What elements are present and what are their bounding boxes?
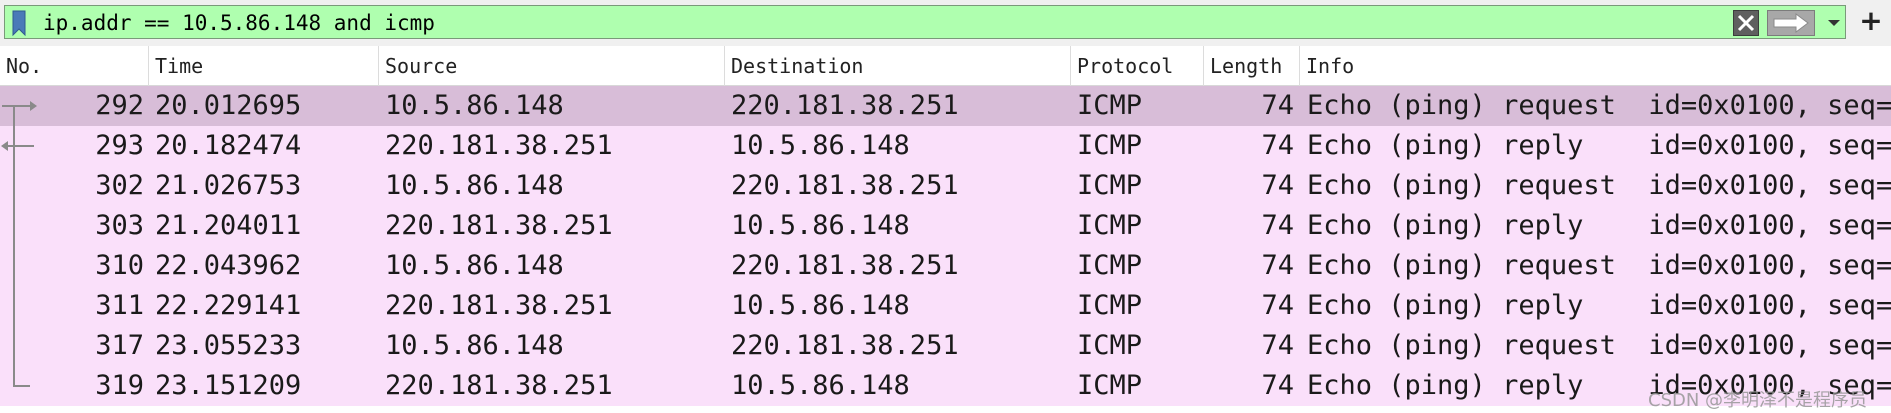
packet-length: 74 <box>1261 130 1294 161</box>
packet-destination: 10.5.86.148 <box>731 370 910 401</box>
packet-source: 220.181.38.251 <box>385 370 613 401</box>
packet-list-header: No. Time Source Destination Protocol Len… <box>0 46 1891 86</box>
filter-expression[interactable]: ip.addr == 10.5.86.148 and icmp <box>43 10 435 36</box>
clear-filter-button[interactable] <box>1733 10 1759 36</box>
packet-source: 220.181.38.251 <box>385 290 613 321</box>
packet-source: 220.181.38.251 <box>385 130 613 161</box>
packet-time: 21.026753 <box>155 170 302 201</box>
packet-protocol: ICMP <box>1077 130 1143 161</box>
packet-source: 10.5.86.148 <box>385 250 564 281</box>
packet-no: 293 <box>95 130 144 161</box>
packet-destination: 10.5.86.148 <box>731 210 910 241</box>
packet-protocol: ICMP <box>1077 290 1143 321</box>
packet-time: 22.229141 <box>155 290 302 321</box>
conversation-line-icon <box>13 206 15 246</box>
packet-destination: 220.181.38.251 <box>731 90 959 121</box>
bookmark-icon[interactable] <box>11 10 27 36</box>
display-filter-input[interactable]: ip.addr == 10.5.86.148 and icmp <box>4 5 1846 39</box>
packet-row[interactable]: 302 21.026753 10.5.86.148 220.181.38.251… <box>0 166 1891 206</box>
packet-source: 10.5.86.148 <box>385 330 564 361</box>
packet-length: 74 <box>1261 370 1294 401</box>
packet-protocol: ICMP <box>1077 90 1143 121</box>
packet-no: 303 <box>95 210 144 241</box>
packet-destination: 220.181.38.251 <box>731 330 959 361</box>
column-header-length[interactable]: Length <box>1204 46 1300 86</box>
packet-no: 319 <box>95 370 144 401</box>
packet-time: 23.055233 <box>155 330 302 361</box>
packet-info: Echo (ping) reply id=0x0100, seq= <box>1307 210 1891 241</box>
packet-source: 220.181.38.251 <box>385 210 613 241</box>
packet-protocol: ICMP <box>1077 170 1143 201</box>
column-header-source[interactable]: Source <box>379 46 725 86</box>
packet-time: 21.204011 <box>155 210 302 241</box>
packet-protocol: ICMP <box>1077 210 1143 241</box>
packet-source: 10.5.86.148 <box>385 90 564 121</box>
packet-info: Echo (ping) request id=0x0100, seq= <box>1307 330 1891 361</box>
packet-length: 74 <box>1261 250 1294 281</box>
packet-row[interactable]: 311 22.229141 220.181.38.251 10.5.86.148… <box>0 286 1891 326</box>
arrow-right-icon <box>1773 13 1809 33</box>
apply-filter-button[interactable] <box>1767 10 1815 36</box>
column-header-destination[interactable]: Destination <box>725 46 1071 86</box>
packet-row[interactable]: 293 20.182474 220.181.38.251 10.5.86.148… <box>0 126 1891 166</box>
watermark: CSDN @李明泽不是程序员 <box>1648 390 1868 411</box>
packet-protocol: ICMP <box>1077 370 1143 401</box>
column-header-protocol[interactable]: Protocol <box>1071 46 1204 86</box>
packet-no: 311 <box>95 290 144 321</box>
packet-length: 74 <box>1261 290 1294 321</box>
packet-row[interactable]: 317 23.055233 10.5.86.148 220.181.38.251… <box>0 326 1891 366</box>
conversation-line-icon <box>13 326 15 366</box>
packet-time: 22.043962 <box>155 250 302 281</box>
packet-protocol: ICMP <box>1077 330 1143 361</box>
packet-destination: 10.5.86.148 <box>731 130 910 161</box>
column-header-time[interactable]: Time <box>149 46 379 86</box>
packet-time: 23.151209 <box>155 370 302 401</box>
packet-info: Echo (ping) request id=0x0100, seq= <box>1307 250 1891 281</box>
packet-row[interactable]: 303 21.204011 220.181.38.251 10.5.86.148… <box>0 206 1891 246</box>
packet-length: 74 <box>1261 90 1294 121</box>
packet-destination: 220.181.38.251 <box>731 250 959 281</box>
packet-no: 317 <box>95 330 144 361</box>
packet-time: 20.012695 <box>155 90 302 121</box>
display-filter-toolbar: ip.addr == 10.5.86.148 and icmp + <box>0 0 1891 46</box>
packet-list: 292 20.012695 10.5.86.148 220.181.38.251… <box>0 86 1891 413</box>
column-header-no[interactable]: No. <box>0 46 149 86</box>
packet-destination: 10.5.86.148 <box>731 290 910 321</box>
packet-source: 10.5.86.148 <box>385 170 564 201</box>
packet-row[interactable]: 310 22.043962 10.5.86.148 220.181.38.251… <box>0 246 1891 286</box>
conversation-line-icon <box>13 246 15 286</box>
request-arrow-icon <box>2 101 37 126</box>
packet-row[interactable]: 319 23.151209 220.181.38.251 10.5.86.148… <box>0 366 1891 406</box>
packet-no: 310 <box>95 250 144 281</box>
clear-icon <box>1737 14 1755 32</box>
chevron-down-icon[interactable] <box>1823 10 1845 36</box>
add-filter-button[interactable]: + <box>1856 6 1886 36</box>
packet-info: Echo (ping) reply id=0x0100, seq= <box>1307 130 1891 161</box>
packet-length: 74 <box>1261 210 1294 241</box>
packet-row[interactable]: 292 20.012695 10.5.86.148 220.181.38.251… <box>0 86 1891 126</box>
packet-info: Echo (ping) request id=0x0100, seq= <box>1307 170 1891 201</box>
column-header-info[interactable]: Info <box>1300 46 1891 86</box>
packet-destination: 220.181.38.251 <box>731 170 959 201</box>
conversation-end-icon <box>13 366 30 387</box>
packet-no: 302 <box>95 170 144 201</box>
packet-protocol: ICMP <box>1077 250 1143 281</box>
packet-length: 74 <box>1261 170 1294 201</box>
conversation-line-icon <box>13 286 15 326</box>
conversation-line-icon <box>13 166 15 206</box>
packet-length: 74 <box>1261 330 1294 361</box>
packet-no: 292 <box>95 90 144 121</box>
packet-info: Echo (ping) reply id=0x0100, seq= <box>1307 290 1891 321</box>
packet-time: 20.182474 <box>155 130 302 161</box>
response-arrow-icon <box>1 126 34 166</box>
packet-info: Echo (ping) request id=0x0100, seq= <box>1307 90 1891 121</box>
